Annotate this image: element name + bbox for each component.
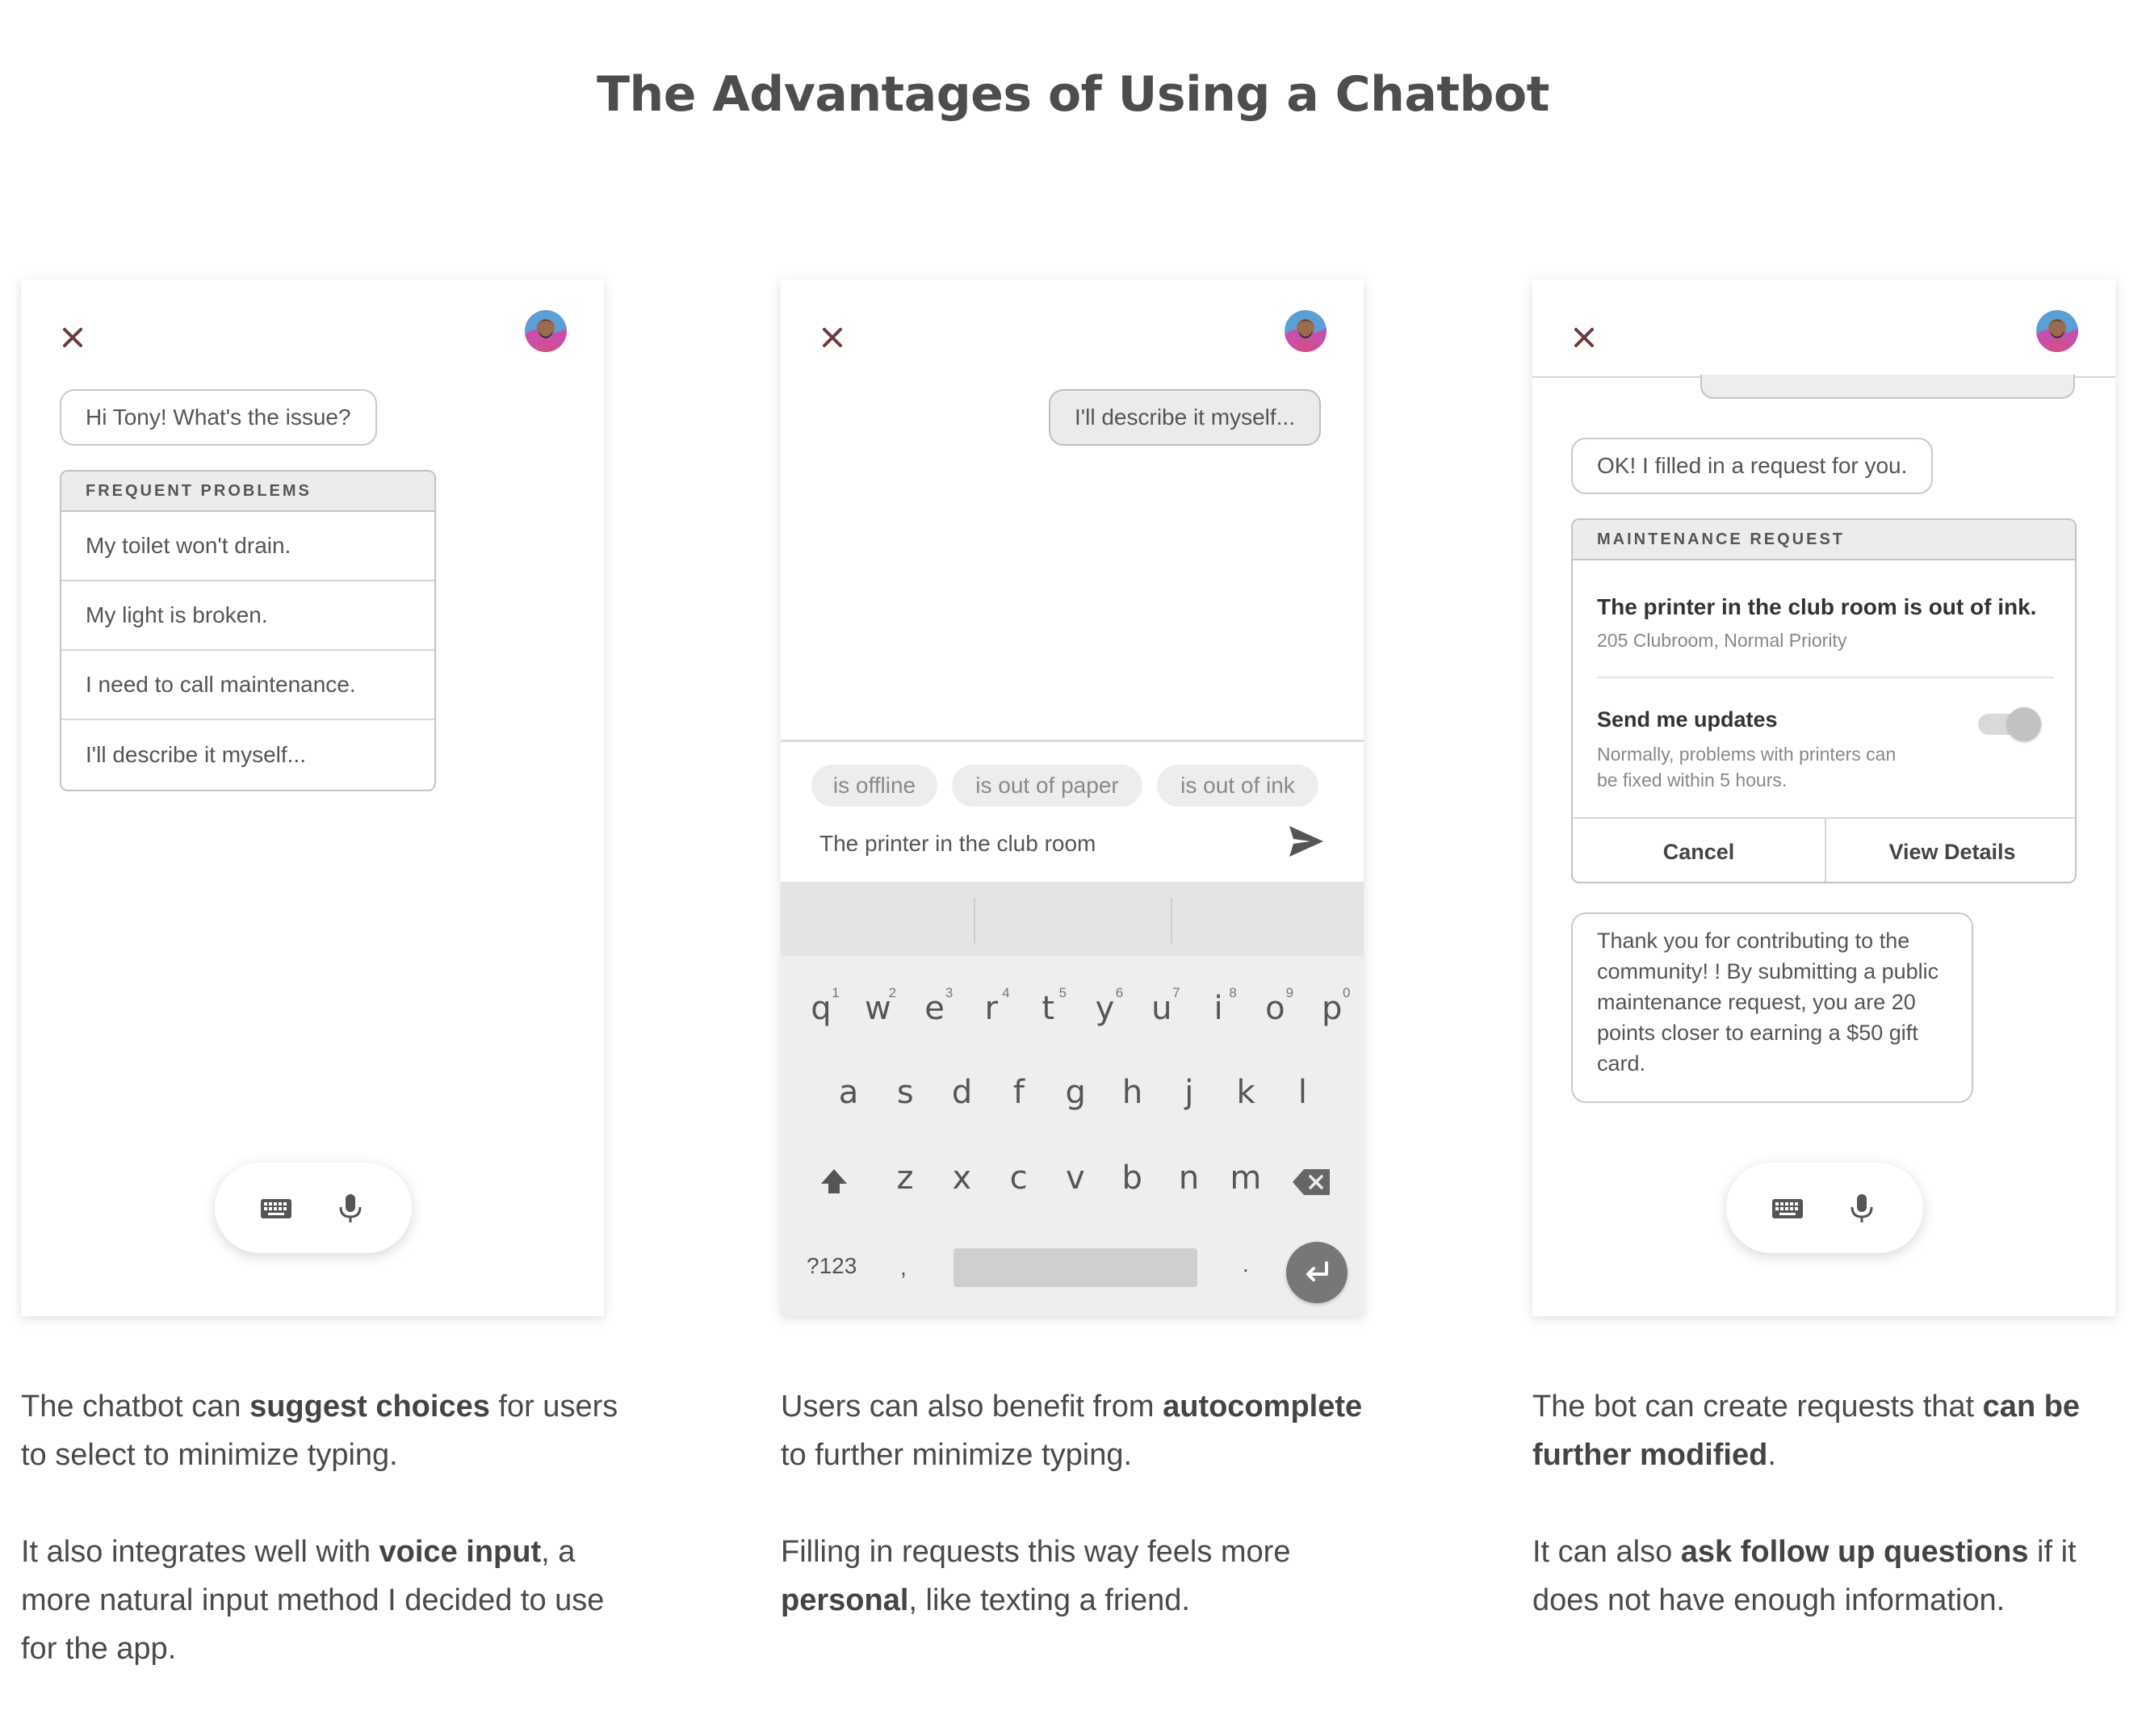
thanks-text: Thank you for contributing to the commun… bbox=[1597, 929, 1939, 1076]
keyboard-suggestion-bar bbox=[781, 882, 1364, 956]
key-g[interactable]: g bbox=[1051, 1074, 1100, 1111]
keyboard-icon[interactable] bbox=[1769, 1189, 1806, 1227]
menu-item-toilet[interactable]: My toilet won't drain. bbox=[61, 512, 434, 581]
key-b[interactable]: b bbox=[1108, 1159, 1156, 1197]
close-icon[interactable] bbox=[1565, 318, 1603, 357]
caption-paragraph: Filling in requests this way feels more … bbox=[781, 1535, 1291, 1617]
key-k[interactable]: k bbox=[1222, 1074, 1270, 1111]
key-x[interactable]: x bbox=[937, 1159, 986, 1197]
key-number-hint: 8 bbox=[1229, 985, 1237, 1000]
card-actions: Cancel View Details bbox=[1573, 817, 2075, 882]
key-a[interactable]: a bbox=[824, 1074, 873, 1111]
key-number-hint: 4 bbox=[1002, 985, 1010, 1000]
key-s[interactable]: s bbox=[881, 1074, 929, 1111]
user-avatar[interactable] bbox=[525, 310, 567, 352]
frequent-problems-menu: FREQUENT PROBLEMS My toilet won't drain.… bbox=[60, 470, 436, 791]
key-number-hint: 0 bbox=[1342, 985, 1351, 1000]
key-number-hint: 7 bbox=[1172, 985, 1180, 1000]
bot-greeting-text: Hi Tony! What's the issue? bbox=[86, 405, 351, 430]
close-icon[interactable] bbox=[813, 318, 852, 357]
enter-icon[interactable] bbox=[1286, 1242, 1348, 1303]
menu-item-light[interactable]: My light is broken. bbox=[61, 581, 434, 651]
key-number-hint: 2 bbox=[888, 985, 897, 1000]
phone-screen-request: OK! I filled in a request for you. MAINT… bbox=[1532, 279, 2115, 1316]
key-v[interactable]: v bbox=[1051, 1159, 1100, 1197]
microphone-icon[interactable] bbox=[1843, 1189, 1880, 1227]
user-avatar[interactable] bbox=[1285, 310, 1327, 352]
period-key[interactable]: . bbox=[1243, 1252, 1249, 1277]
key-number-hint: 6 bbox=[1115, 985, 1124, 1000]
maintenance-request-card: MAINTENANCE REQUEST The printer in the c… bbox=[1571, 518, 2077, 883]
caption-paragraph: The chatbot can suggest choices for user… bbox=[21, 1390, 618, 1472]
caption-paragraph: The bot can create requests that can be … bbox=[1532, 1390, 2081, 1472]
shift-icon[interactable] bbox=[816, 1164, 852, 1200]
backspace-icon[interactable] bbox=[1291, 1166, 1333, 1198]
key-c[interactable]: c bbox=[995, 1159, 1043, 1197]
bot-thanks-bubble: Thank you for contributing to the commun… bbox=[1571, 912, 1973, 1103]
user-avatar[interactable] bbox=[2036, 310, 2078, 352]
updates-title: Send me updates bbox=[1597, 707, 1778, 732]
menu-item-call-maintenance[interactable]: I need to call maintenance. bbox=[61, 651, 434, 720]
previous-message-bubble bbox=[1700, 375, 2075, 399]
close-icon[interactable] bbox=[53, 318, 92, 357]
input-mode-pill bbox=[215, 1163, 412, 1253]
key-z[interactable]: z bbox=[881, 1159, 929, 1197]
request-title: The printer in the club room is out of i… bbox=[1597, 594, 2037, 619]
suggestion-chip-offline[interactable]: is offline bbox=[811, 765, 937, 807]
card-header: MAINTENANCE REQUEST bbox=[1573, 520, 2075, 560]
compose-area: is offline is out of paper is out of ink… bbox=[781, 740, 1364, 882]
key-h[interactable]: h bbox=[1109, 1074, 1157, 1111]
key-d[interactable]: d bbox=[938, 1074, 987, 1111]
caption-paragraph: Users can also benefit from autocomplete… bbox=[781, 1390, 1363, 1472]
key-j[interactable]: j bbox=[1165, 1074, 1213, 1111]
message-input[interactable]: The printer in the club room bbox=[819, 831, 1096, 857]
input-mode-pill bbox=[1726, 1163, 1923, 1253]
updates-description: Normally, problems with printers can be … bbox=[1597, 744, 1897, 790]
caption-requests: The bot can create requests that can be … bbox=[1532, 1382, 2130, 1625]
menu-item-describe-myself[interactable]: I'll describe it myself... bbox=[61, 720, 434, 790]
request-details: 205 Clubroom, Normal Priority bbox=[1597, 630, 1847, 651]
key-number-hint: 5 bbox=[1058, 985, 1067, 1000]
phone-screen-autocomplete: I'll describe it myself... is offline is… bbox=[781, 279, 1364, 1316]
page-title: The Advantages of Using a Chatbot bbox=[597, 66, 1549, 123]
user-message-text: I'll describe it myself... bbox=[1075, 405, 1295, 430]
caption-suggestions: The chatbot can suggest choices for user… bbox=[21, 1382, 618, 1673]
symbols-key[interactable]: ?123 bbox=[807, 1253, 857, 1279]
microphone-icon[interactable] bbox=[332, 1189, 369, 1227]
bot-message-bubble: OK! I filled in a request for you. bbox=[1571, 438, 1934, 494]
updates-toggle[interactable] bbox=[1978, 707, 2041, 741]
comma-key[interactable]: , bbox=[900, 1255, 907, 1281]
bot-message-text: OK! I filled in a request for you. bbox=[1597, 453, 1908, 478]
key-l[interactable]: l bbox=[1278, 1074, 1327, 1111]
menu-header: FREQUENT PROBLEMS bbox=[61, 472, 434, 512]
caption-autocomplete: Users can also benefit from autocomplete… bbox=[781, 1382, 1378, 1625]
send-icon[interactable] bbox=[1286, 821, 1327, 862]
caption-paragraph: It also integrates well with voice input… bbox=[21, 1535, 605, 1666]
phone-screen-suggestions: Hi Tony! What's the issue? FREQUENT PROB… bbox=[21, 279, 604, 1316]
space-key[interactable] bbox=[954, 1248, 1197, 1287]
key-f[interactable]: f bbox=[995, 1074, 1043, 1111]
suggestion-chip-out-of-paper[interactable]: is out of paper bbox=[952, 765, 1142, 807]
suggestion-chip-out-of-ink[interactable]: is out of ink bbox=[1157, 765, 1318, 807]
user-message-bubble: I'll describe it myself... bbox=[1049, 389, 1321, 446]
key-number-hint: 9 bbox=[1285, 985, 1294, 1000]
key-number-hint: 3 bbox=[945, 985, 954, 1000]
key-m[interactable]: m bbox=[1222, 1159, 1270, 1197]
view-details-button[interactable]: View Details bbox=[1825, 819, 2075, 882]
keyboard-icon[interactable] bbox=[258, 1189, 295, 1227]
key-n[interactable]: n bbox=[1165, 1159, 1213, 1197]
card-divider bbox=[1597, 677, 2054, 678]
on-screen-keyboard: q1w2e3r4t5y6u7i8o9p0asdfghjklzxcvbnm ?12… bbox=[781, 882, 1364, 1316]
cancel-button[interactable]: Cancel bbox=[1573, 819, 1825, 882]
bot-greeting-bubble: Hi Tony! What's the issue? bbox=[60, 389, 377, 446]
key-number-hint: 1 bbox=[832, 985, 840, 1000]
caption-paragraph: It can also ask follow up questions if i… bbox=[1532, 1535, 2077, 1617]
